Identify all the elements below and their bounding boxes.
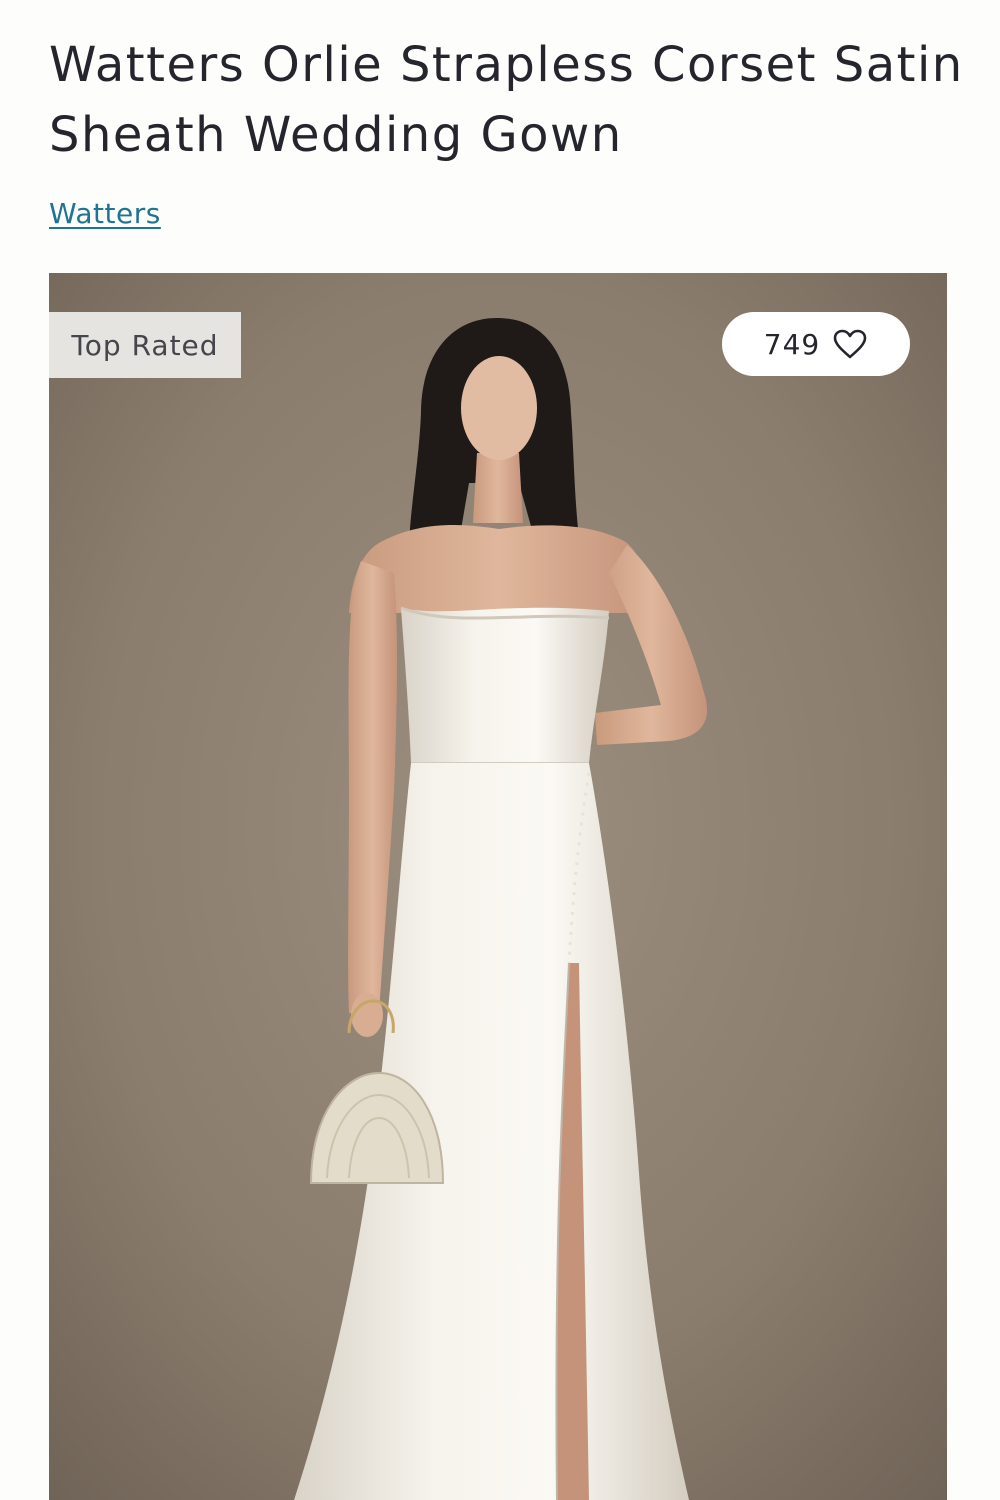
top-rated-badge: Top Rated — [49, 312, 241, 378]
product-title: Watters Orlie Strapless Corset Satin She… — [49, 37, 964, 163]
wishlist-count: 749 — [763, 327, 821, 361]
product-photo — [49, 273, 947, 1500]
wishlist-button[interactable]: 749 — [722, 312, 910, 376]
product-image[interactable]: Top Rated 749 — [49, 273, 947, 1500]
heart-outline-icon[interactable] — [832, 328, 868, 360]
brand-link[interactable]: Watters — [49, 194, 161, 234]
